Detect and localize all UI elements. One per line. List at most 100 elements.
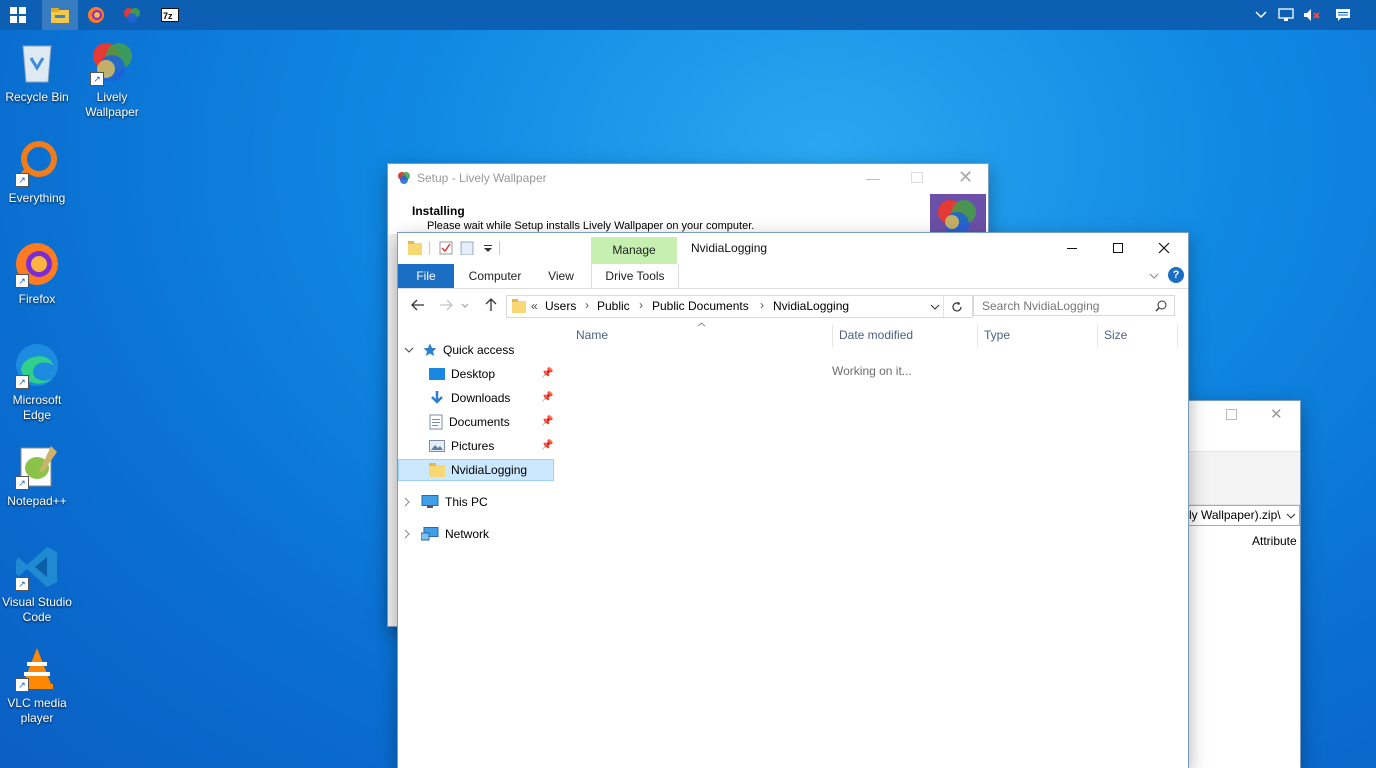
nav-network[interactable]: Network — [404, 523, 489, 545]
desktop-icon-notepad-plus-plus[interactable]: ↗ Notepad++ — [0, 442, 74, 509]
start-button[interactable] — [0, 0, 36, 30]
back-arrow-icon[interactable] — [411, 299, 425, 311]
action-center-icon — [1336, 9, 1350, 21]
forward-arrow-icon[interactable] — [439, 299, 453, 311]
column-size[interactable]: Size — [1104, 328, 1127, 342]
nav-label: Pictures — [451, 439, 495, 453]
pin-icon[interactable]: 📌 — [541, 416, 553, 427]
chevron-down-icon — [404, 347, 414, 353]
nav-nvidialogging[interactable]: NvidiaLogging — [429, 459, 527, 481]
desktop-icon-vlc[interactable]: ↗ VLC media player — [0, 644, 74, 726]
tab-drive-tools[interactable]: Drive Tools — [591, 264, 679, 288]
nav-label: Quick access — [443, 343, 515, 357]
download-icon — [431, 391, 443, 404]
taskbar-firefox[interactable] — [78, 0, 114, 30]
shortcut-arrow-icon: ↗ — [15, 577, 29, 591]
nav-quick-access[interactable]: Quick access — [404, 339, 514, 361]
setup-maximize-button[interactable] — [911, 172, 923, 183]
breadcrumb-public-documents[interactable]: Public Documents — [652, 299, 749, 313]
archive-path-box[interactable]: ly Wallpaper).zip\ — [1188, 505, 1300, 526]
desktop-icon-label: Everything — [8, 191, 66, 205]
properties-icon[interactable] — [439, 241, 453, 255]
tray-volume[interactable] — [1299, 0, 1325, 30]
breadcrumb-nvidialogging[interactable]: NvidiaLogging — [773, 299, 849, 313]
archive-close-button[interactable]: ✕ — [1270, 405, 1283, 423]
nav-label: Desktop — [451, 367, 496, 381]
customize-toolbar-icon[interactable] — [483, 244, 493, 254]
documents-icon — [429, 414, 443, 430]
archive-column-attributes[interactable]: Attribute — [1252, 534, 1297, 548]
window-title: NvidiaLogging — [691, 241, 768, 255]
folder-icon — [429, 463, 445, 477]
setup-heading: Installing — [412, 204, 465, 218]
pin-icon[interactable]: 📌 — [541, 368, 553, 379]
setup-minimize-button[interactable]: — — [866, 170, 880, 186]
nav-label: Network — [445, 527, 490, 541]
desktop-icon-recycle-bin[interactable]: Recycle Bin — [0, 38, 74, 105]
folder-icon — [408, 241, 422, 255]
nav-documents[interactable]: Documents — [429, 411, 510, 433]
search-icon — [1155, 300, 1167, 312]
tray-notifications[interactable] — [1330, 0, 1356, 30]
address-bar[interactable]: « Users › Public › Public Documents › Nv… — [506, 295, 973, 318]
chevron-down-icon — [1286, 513, 1296, 519]
new-folder-icon[interactable] — [460, 241, 474, 255]
archive-toolbar — [1188, 451, 1300, 505]
expand-ribbon-icon[interactable] — [1149, 273, 1159, 279]
tray-chevron[interactable] — [1248, 0, 1274, 30]
setup-title: Setup - Lively Wallpaper — [417, 171, 547, 185]
help-icon[interactable]: ? — [1168, 267, 1184, 283]
windows-logo-icon — [10, 7, 26, 23]
svg-text:7z: 7z — [163, 11, 173, 21]
pictures-icon — [429, 440, 445, 452]
maximize-button[interactable] — [1104, 233, 1150, 263]
volume-muted-icon — [1304, 9, 1320, 21]
nav-this-pc[interactable]: This PC — [404, 491, 488, 513]
tray-network[interactable] — [1274, 0, 1300, 30]
address-dropdown-icon[interactable] — [930, 304, 940, 310]
tab-computer[interactable]: Computer — [462, 264, 528, 288]
column-date-modified[interactable]: Date modified — [839, 328, 913, 342]
nav-desktop[interactable]: Desktop — [429, 363, 495, 385]
tab-view[interactable]: View — [541, 264, 581, 288]
desktop-icon-everything[interactable]: ↗ Everything — [0, 139, 74, 206]
setup-close-button[interactable]: ✕ — [958, 167, 973, 188]
desktop-icon-lively-wallpaper[interactable]: ↗ Lively Wallpaper — [75, 38, 149, 120]
nav-pictures[interactable]: Pictures — [429, 435, 494, 457]
sort-arrow-icon — [697, 322, 706, 327]
shortcut-arrow-icon: ↗ — [15, 476, 29, 490]
desktop-icon-label: Notepad++ — [7, 494, 67, 508]
close-icon — [1158, 242, 1170, 254]
desktop-icon-firefox[interactable]: ↗ Firefox — [0, 240, 74, 307]
column-name[interactable]: Name — [576, 328, 608, 342]
taskbar-lively[interactable] — [114, 0, 150, 30]
recycle-bin-icon — [22, 45, 52, 83]
manage-tab[interactable]: Manage — [591, 237, 677, 264]
breadcrumb-users[interactable]: Users — [545, 299, 576, 313]
nav-downloads[interactable]: Downloads — [429, 387, 510, 409]
tab-file[interactable]: File — [398, 264, 454, 288]
recent-locations-icon[interactable] — [461, 303, 469, 308]
nav-label: This PC — [445, 495, 488, 509]
close-button[interactable] — [1148, 233, 1188, 263]
desktop-icon-edge[interactable]: ↗ Microsoft Edge — [0, 341, 74, 423]
folder-icon — [512, 299, 526, 313]
shortcut-arrow-icon: ↗ — [15, 678, 29, 692]
ribbon-tabs: File Computer View Drive Tools ? — [398, 264, 1188, 289]
pin-icon[interactable]: 📌 — [541, 392, 553, 403]
network-icon — [1278, 8, 1294, 21]
breadcrumb-public[interactable]: Public — [597, 299, 630, 313]
minimize-button[interactable] — [1058, 233, 1104, 263]
desktop-icon-vscode[interactable]: ↗ Visual Studio Code — [0, 543, 74, 625]
address-overflow[interactable]: « — [531, 299, 538, 313]
taskbar-7zip[interactable]: 7z — [152, 0, 188, 30]
column-type[interactable]: Type — [984, 328, 1010, 342]
shortcut-arrow-icon: ↗ — [15, 173, 29, 187]
refresh-icon[interactable] — [951, 301, 963, 313]
breadcrumb-separator: › — [585, 298, 589, 312]
taskbar-file-explorer[interactable] — [42, 0, 78, 30]
up-arrow-icon[interactable] — [485, 298, 497, 312]
search-input[interactable]: Search NvidiaLogging — [973, 295, 1175, 316]
pin-icon[interactable]: 📌 — [541, 440, 553, 451]
archive-maximize-button[interactable] — [1226, 409, 1237, 420]
